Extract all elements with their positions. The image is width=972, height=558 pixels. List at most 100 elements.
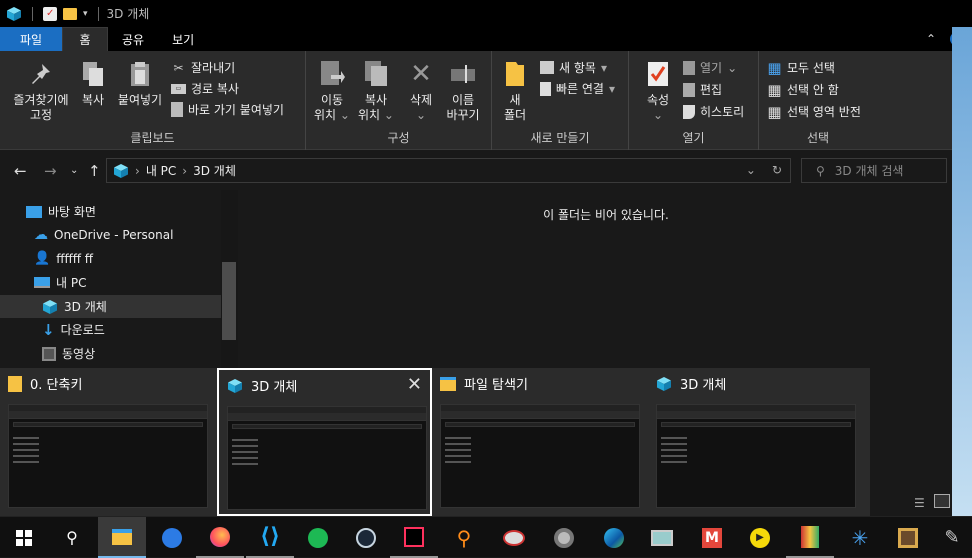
- taskbar-disc[interactable]: [540, 517, 588, 558]
- copy-path-button[interactable]: ▭ 경로 복사: [171, 80, 239, 97]
- tab-file[interactable]: 파일: [0, 27, 62, 51]
- edit-button[interactable]: 편집: [683, 81, 722, 98]
- customize-quick-access-icon[interactable]: ▾: [83, 9, 88, 19]
- nav-scrollbar-thumb[interactable]: [222, 262, 236, 340]
- delete-button[interactable]: ✕ 삭제 ⌄: [404, 59, 438, 123]
- cut-button[interactable]: ✂ 잘라내기: [171, 59, 235, 76]
- new-folder-quick-icon[interactable]: [63, 7, 77, 20]
- refresh-icon[interactable]: ↻: [772, 163, 782, 177]
- taskbar-app-blue[interactable]: ✳: [836, 517, 884, 558]
- breadcrumb-chevron-icon[interactable]: ›: [135, 164, 140, 178]
- delete-label: 삭제 ⌄: [409, 93, 433, 122]
- task-card-file-explorer[interactable]: 파일 탐색기: [432, 368, 648, 516]
- new-item-icon: [540, 61, 554, 74]
- taskbar-steam[interactable]: [342, 517, 390, 558]
- taskbar-app-frame[interactable]: [884, 517, 932, 558]
- move-to-button[interactable]: 이동 위치 ⌄: [312, 59, 352, 123]
- window-preview: [656, 404, 856, 508]
- copy-button[interactable]: 복사: [78, 59, 108, 108]
- select-none-button[interactable]: ▦ 선택 안 함: [767, 81, 838, 99]
- copy-to-label: 복사 위치 ⌄: [358, 93, 394, 122]
- breadcrumb-this-pc[interactable]: 내 PC: [146, 162, 176, 179]
- 3d-objects-icon: [6, 6, 22, 22]
- new-folder-label: 새 폴더: [503, 93, 527, 122]
- taskbar-file-explorer[interactable]: [98, 517, 146, 558]
- user-icon: 👤: [34, 251, 51, 266]
- new-folder-button[interactable]: 새 폴더: [502, 59, 528, 123]
- address-bar[interactable]: › 내 PC › 3D 개체 ⌄ ↻: [106, 158, 791, 183]
- sparkle-app-icon: ✳: [851, 525, 869, 550]
- paste-button[interactable]: 붙여넣기: [114, 59, 166, 108]
- task-card-title: 0. 단축키: [30, 378, 83, 393]
- nav-item-3d-objects[interactable]: 3D 개체: [0, 295, 221, 318]
- m-app-icon: M: [702, 527, 722, 548]
- search-box[interactable]: ⚲ 3D 개체 검색: [801, 158, 947, 183]
- tab-share[interactable]: 공유: [108, 27, 158, 51]
- collapse-ribbon-icon[interactable]: ⌃: [926, 32, 936, 46]
- start-button[interactable]: [0, 517, 48, 558]
- nav-item-onedrive[interactable]: ☁ OneDrive - Personal: [34, 223, 173, 246]
- taskbar-paint[interactable]: [490, 517, 538, 558]
- rename-label: 이름 바꾸기: [446, 93, 480, 122]
- new-item-button[interactable]: 새 항목 ▾: [540, 59, 607, 76]
- task-card-3d-objects-active[interactable]: 3D 개체 ✕: [217, 368, 432, 516]
- paste-shortcut-button[interactable]: 바로 가기 붙여넣기: [171, 101, 284, 118]
- file-explorer-icon: [112, 528, 132, 545]
- copy-icon: [79, 59, 107, 89]
- open-button[interactable]: 열기 ⌄: [683, 59, 737, 76]
- task-card-3d-objects[interactable]: 3D 개체: [648, 368, 864, 516]
- address-dropdown-icon[interactable]: ⌄: [746, 163, 756, 177]
- breadcrumb-chevron-icon[interactable]: ›: [182, 164, 187, 178]
- easy-access-label: 빠른 연결: [556, 82, 604, 96]
- cut-label: 잘라내기: [191, 61, 236, 75]
- large-icons-view-icon[interactable]: [934, 494, 950, 508]
- taskbar-archive[interactable]: [786, 517, 834, 558]
- select-all-button[interactable]: ▦ 모두 선택: [767, 59, 835, 77]
- properties-label: 속성 ⌄: [646, 93, 670, 122]
- details-view-icon[interactable]: ☰: [914, 496, 925, 510]
- close-icon[interactable]: ✕: [407, 374, 422, 395]
- nav-item-this-pc[interactable]: 내 PC: [34, 271, 86, 294]
- taskbar-intellij[interactable]: [390, 517, 438, 558]
- history-button[interactable]: 히스토리: [683, 103, 744, 120]
- nav-label: 내 PC: [56, 276, 87, 290]
- taskbar-player[interactable]: ▶: [736, 517, 784, 558]
- taskbar-edge[interactable]: [590, 517, 638, 558]
- nav-item-videos[interactable]: 동영상: [42, 342, 95, 365]
- task-card-shortcuts[interactable]: 0. 단축키: [0, 368, 216, 516]
- invert-selection-button[interactable]: ▦ 선택 영역 반전: [767, 102, 860, 121]
- taskbar-app-last[interactable]: ✎: [932, 517, 972, 558]
- copy-to-button[interactable]: 복사 위치 ⌄: [356, 59, 396, 123]
- recent-locations-icon[interactable]: ⌄: [70, 165, 78, 176]
- taskbar-photos[interactable]: [638, 517, 686, 558]
- rename-button[interactable]: 이름 바꾸기: [442, 59, 484, 123]
- up-arrow-icon[interactable]: ↑: [88, 162, 101, 180]
- tab-view[interactable]: 보기: [158, 27, 208, 51]
- back-arrow-icon[interactable]: ←: [14, 162, 27, 180]
- search-placeholder: 3D 개체 검색: [834, 164, 904, 178]
- video-icon: [42, 346, 56, 361]
- taskbar-thumbnail-switcher: 0. 단축키 3D 개체 ✕ 파일 탐색기 3D 개체: [0, 368, 870, 516]
- invert-selection-icon: ▦: [767, 102, 782, 121]
- windows-logo-icon: [16, 529, 32, 546]
- taskbar-app[interactable]: [148, 517, 196, 558]
- properties-quick-icon[interactable]: ✓: [43, 6, 57, 21]
- properties-button[interactable]: 속성 ⌄: [643, 59, 673, 123]
- nav-item-downloads[interactable]: ↓ 다운로드: [42, 318, 105, 341]
- nav-item-user[interactable]: 👤 ffffff ff: [34, 247, 93, 270]
- forward-arrow-icon[interactable]: →: [44, 162, 57, 180]
- select-all-label: 모두 선택: [787, 61, 835, 75]
- pin-quick-access-button[interactable]: 즐겨찾기에 고정: [8, 59, 74, 123]
- taskbar-vscode[interactable]: ⟨⟩: [246, 517, 294, 558]
- breadcrumb-3d-objects[interactable]: 3D 개체: [193, 162, 236, 179]
- tab-home[interactable]: 홈: [62, 27, 108, 51]
- taskbar-spotify[interactable]: [294, 517, 342, 558]
- search-taskbar-button[interactable]: ⚲: [48, 517, 96, 558]
- easy-access-button[interactable]: 빠른 연결 ▾: [540, 80, 615, 97]
- taskbar-app-m[interactable]: M: [688, 517, 736, 558]
- folder-icon: [8, 375, 22, 392]
- nav-item-desktop[interactable]: 바탕 화면: [26, 200, 96, 223]
- taskbar-search-app[interactable]: ⚲: [440, 517, 488, 558]
- taskbar-firefox[interactable]: [196, 517, 244, 558]
- frame-app-icon: [898, 527, 918, 548]
